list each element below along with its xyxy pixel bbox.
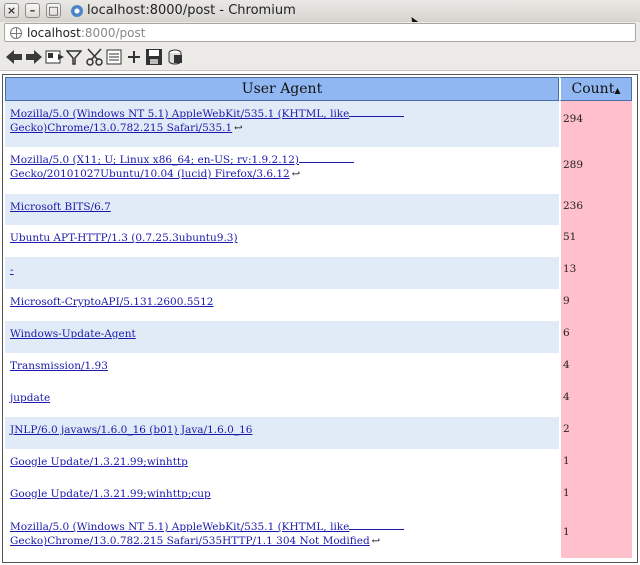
table-row: Google Update/1.3.21.99;winhttp;cup 1 (5, 481, 632, 514)
count-cell: 1 (559, 514, 632, 558)
table-row: JNLP/6.0 javaws/1.6.0_16 (b01) Java/1.6.… (5, 417, 632, 449)
save-icon[interactable] (145, 48, 163, 66)
link-underline-spacer (349, 529, 405, 530)
table-row: Ubuntu APT-HTTP/1.3 (0.7.25.3ubuntu9.3) … (5, 225, 632, 257)
page-content: User Agent Count▲ Mozilla/5.0 (Windows N… (2, 74, 638, 563)
user-agent-cell: Mozilla/5.0 (X11; U; Linux x86_64; en-US… (5, 147, 559, 194)
wrap-indicator-icon: ↩ (291, 169, 301, 180)
table-row: Mozilla/5.0 (Windows NT 5.1) AppleWebKit… (5, 101, 632, 147)
user-agent-cell: Google Update/1.3.21.99;winhttp;cup (5, 481, 559, 514)
user-agent-line2: Gecko/20101027Ubuntu/10.04 (lucid) Firef… (10, 168, 290, 180)
user-agent-link[interactable]: jupdate (10, 392, 50, 404)
user-agent-cell: Google Update/1.3.21.99;winhttp (5, 449, 559, 481)
sort-ascending-icon: ▲ (614, 86, 621, 95)
reader-icon[interactable] (45, 48, 65, 66)
address-bar-container: localhost:8000/post (0, 22, 640, 44)
user-agent-link[interactable]: Google Update/1.3.21.99;winhttp;cup (10, 488, 211, 500)
count-cell: 236 (559, 194, 632, 225)
user-agent-cell: Microsoft BITS/6.7 (5, 194, 559, 225)
user-agent-cell: - (5, 257, 559, 289)
user-agent-cell: Ubuntu APT-HTTP/1.3 (0.7.25.3ubuntu9.3) (5, 225, 559, 257)
user-agent-line2: Gecko)Chrome/13.0.782.215 Safari/535HTTP… (10, 535, 370, 547)
count-cell: 289 (559, 147, 632, 194)
user-agent-cell: jupdate (5, 385, 559, 417)
user-agent-link[interactable]: Transmission/1.93 (10, 360, 108, 372)
user-agent-link[interactable]: Mozilla/5.0 (Windows NT 5.1) AppleWebKit… (10, 521, 405, 547)
count-header-label: Count (571, 81, 615, 97)
window-minimize-button[interactable]: – (25, 3, 40, 18)
window-close-button[interactable]: × (4, 3, 19, 18)
user-agent-link[interactable]: Windows-Update-Agent (10, 328, 136, 340)
user-agent-link[interactable]: Google Update/1.3.21.99;winhttp (10, 456, 188, 468)
table-row: Google Update/1.3.21.99;winhttp 1 (5, 449, 632, 481)
table-header-row: User Agent Count▲ (5, 77, 632, 101)
user-agent-link[interactable]: - (10, 264, 14, 276)
table-row: Mozilla/5.0 (X11; U; Linux x86_64; en-US… (5, 147, 632, 194)
count-cell: 4 (559, 385, 632, 417)
back-arrow-icon[interactable] (5, 48, 23, 66)
wrap-indicator-icon: ↩ (234, 123, 243, 134)
count-cell: 6 (559, 321, 632, 353)
user-agent-link[interactable]: Microsoft BITS/6.7 (10, 201, 111, 213)
globe-icon (10, 27, 22, 39)
user-agent-line1: Mozilla/5.0 (X11; U; Linux x86_64; en-US… (10, 154, 299, 166)
user-agent-cell: JNLP/6.0 javaws/1.6.0_16 (b01) Java/1.6.… (5, 417, 559, 449)
count-cell: 4 (559, 353, 632, 385)
window-maximize-button[interactable]: □ (46, 3, 61, 18)
user-agent-cell: Mozilla/5.0 (Windows NT 5.1) AppleWebKit… (5, 101, 559, 147)
user-agent-header[interactable]: User Agent (5, 77, 559, 101)
table-row: Windows-Update-Agent 6 (5, 321, 632, 353)
table-row: Microsoft-CryptoAPI/5.131.2600.5512 9 (5, 289, 632, 321)
count-cell: 13 (559, 257, 632, 289)
user-agent-cell: Transmission/1.93 (5, 353, 559, 385)
filter-icon[interactable] (65, 48, 83, 66)
user-agent-line1: Mozilla/5.0 (Windows NT 5.1) AppleWebKit… (10, 521, 350, 533)
forward-arrow-icon[interactable] (25, 48, 43, 66)
user-agent-line2: Gecko)Chrome/13.0.782.215 Safari/535.1 (10, 122, 233, 134)
columns-icon[interactable] (106, 48, 122, 66)
user-agent-cell: Mozilla/5.0 (Windows NT 5.1) AppleWebKit… (5, 514, 559, 558)
count-cell: 2 (559, 417, 632, 449)
window-title: localhost:8000/post - Chromium (87, 3, 296, 18)
user-agent-link[interactable]: Ubuntu APT-HTTP/1.3 (0.7.25.3ubuntu9.3) (10, 232, 238, 244)
address-bar[interactable]: localhost:8000/post (4, 23, 636, 42)
url-path: :8000/post (80, 26, 146, 40)
url-host: localhost (27, 26, 81, 40)
wrap-indicator-icon: ↩ (371, 536, 381, 547)
user-agent-header-label: User Agent (241, 81, 323, 97)
count-cell: 1 (559, 449, 632, 481)
count-header[interactable]: Count▲ (559, 77, 632, 101)
count-cell: 1 (559, 481, 632, 514)
count-cell: 9 (559, 289, 632, 321)
app-toolbar (0, 44, 640, 71)
table-row: Transmission/1.93 4 (5, 353, 632, 385)
window-titlebar: × – □ localhost:8000/post - Chromium (0, 0, 640, 33)
link-underline-spacer (299, 162, 354, 163)
user-agent-cell: Windows-Update-Agent (5, 321, 559, 353)
count-cell: 51 (559, 225, 632, 257)
count-cell: 294 (559, 101, 632, 147)
table-row: jupdate 4 (5, 385, 632, 417)
table-row: - 13 (5, 257, 632, 289)
link-underline-spacer (349, 116, 405, 117)
user-agent-line1: Mozilla/5.0 (Windows NT 5.1) AppleWebKit… (10, 108, 350, 120)
user-agent-link[interactable]: Mozilla/5.0 (Windows NT 5.1) AppleWebKit… (10, 108, 405, 134)
url-text[interactable]: localhost:8000/post (27, 25, 145, 41)
user-agent-link[interactable]: Microsoft-CryptoAPI/5.131.2600.5512 (10, 296, 213, 308)
user-agent-link[interactable]: JNLP/6.0 javaws/1.6.0_16 (b01) Java/1.6.… (10, 424, 252, 436)
table-row: Microsoft BITS/6.7 236 (5, 194, 632, 225)
chromium-icon (71, 5, 83, 17)
cut-icon[interactable] (86, 48, 106, 66)
user-agent-cell: Microsoft-CryptoAPI/5.131.2600.5512 (5, 289, 559, 321)
export-icon[interactable] (166, 48, 184, 66)
add-icon[interactable] (126, 48, 142, 66)
table-row: Mozilla/5.0 (Windows NT 5.1) AppleWebKit… (5, 514, 632, 558)
user-agent-link[interactable]: Mozilla/5.0 (X11; U; Linux x86_64; en-US… (10, 154, 354, 180)
user-agent-table: User Agent Count▲ Mozilla/5.0 (Windows N… (5, 77, 632, 558)
